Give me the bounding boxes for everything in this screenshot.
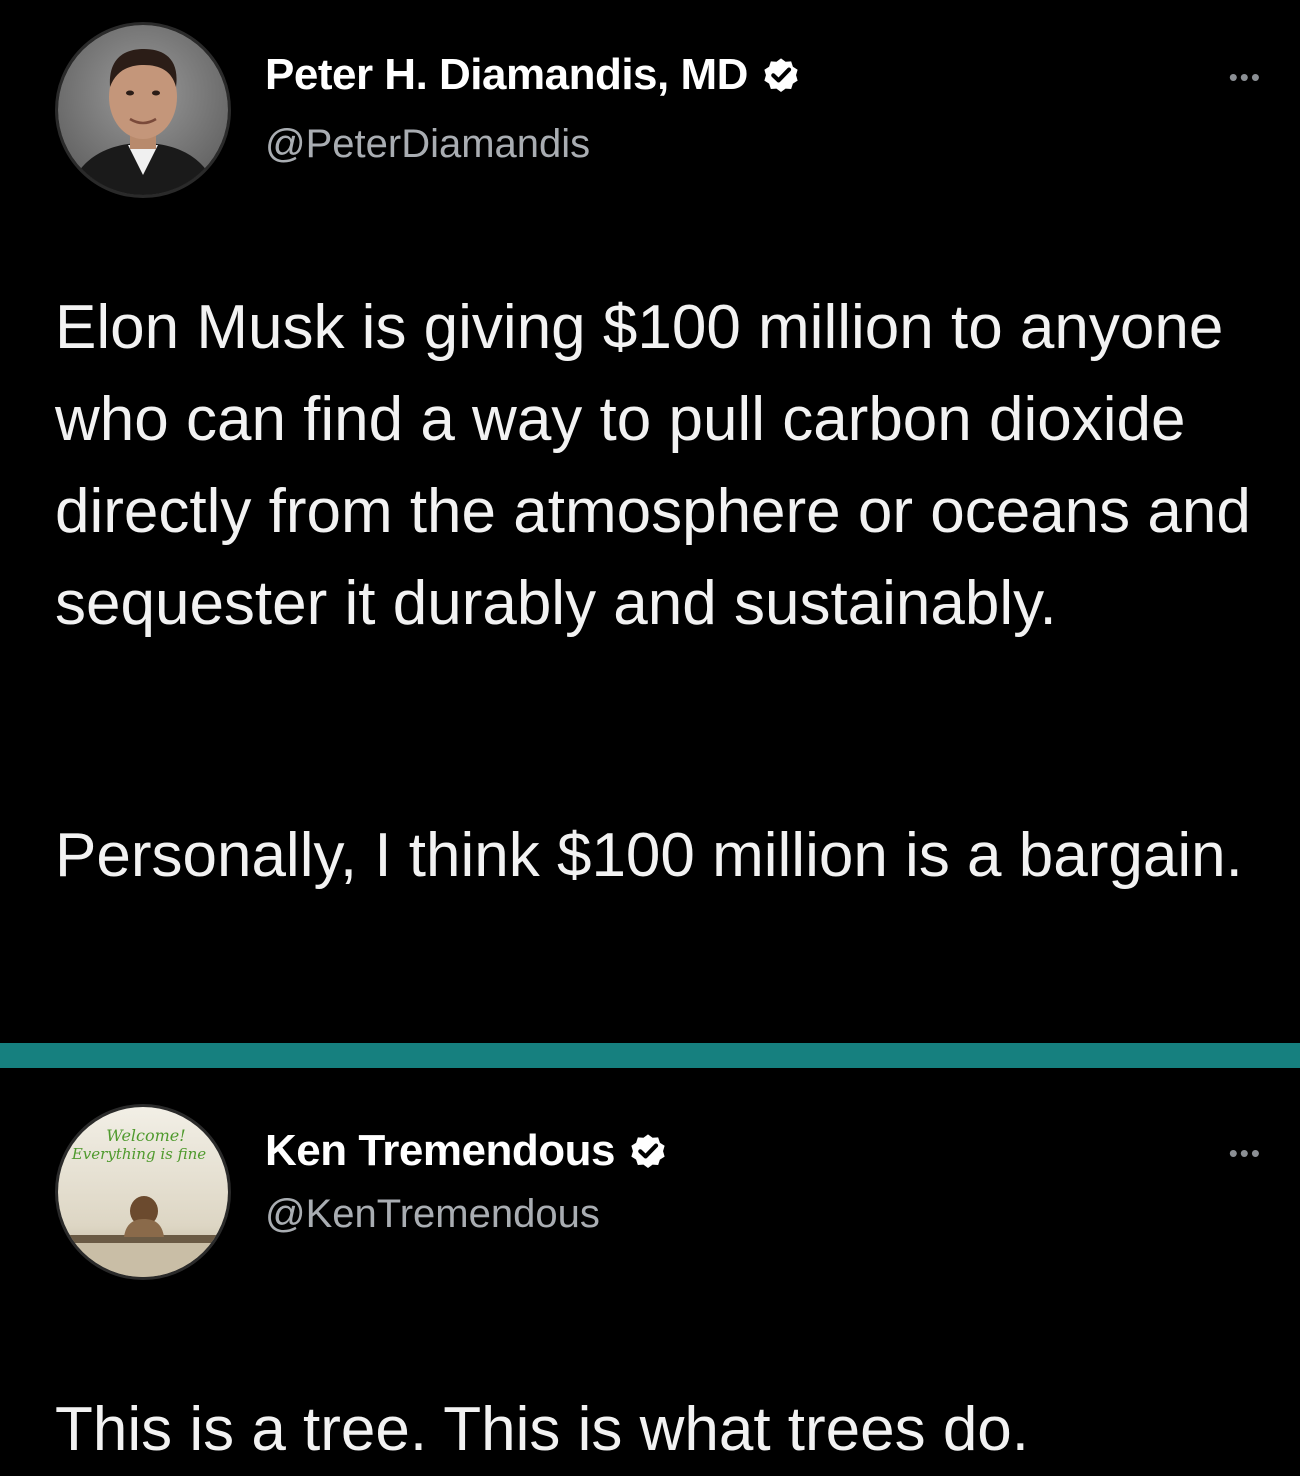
avatar[interactable]: Welcome! Everything is fine	[55, 1104, 231, 1280]
tweet-ken-tremendous: Welcome! Everything is fine Ken Tremendo…	[0, 1068, 1300, 1464]
author-name-row[interactable]: Ken Tremendous	[265, 1126, 669, 1176]
author-display-name[interactable]: Peter H. Diamandis, MD	[265, 50, 748, 100]
verified-badge-icon	[764, 58, 798, 92]
author-display-name[interactable]: Ken Tremendous	[265, 1126, 615, 1176]
verified-badge-icon	[631, 1134, 665, 1168]
tweet-text-paragraph: Personally, I think $100 million is a ba…	[55, 821, 1243, 890]
avatar[interactable]	[55, 22, 231, 198]
tweet-text-paragraph: Elon Musk is giving $100 million to anyo…	[55, 293, 1251, 638]
tweet-text-paragraph: This is a tree. This is what trees do.	[55, 1395, 1030, 1464]
author-name-row[interactable]: Peter H. Diamandis, MD	[265, 50, 802, 100]
tweet-peter-diamandis: Peter H. Diamandis, MD @PeterDiamandis •…	[0, 0, 1300, 1042]
more-icon[interactable]: •••	[1229, 1140, 1262, 1166]
avatar-photo	[58, 25, 228, 195]
author-handle[interactable]: @PeterDiamandis	[265, 122, 590, 167]
avatar-sign-line: Everything is fine	[71, 1145, 207, 1163]
more-icon[interactable]: •••	[1229, 64, 1262, 90]
author-handle[interactable]: @KenTremendous	[265, 1192, 600, 1237]
avatar-sign-line: Welcome!	[106, 1126, 186, 1145]
divider	[0, 1043, 1300, 1068]
